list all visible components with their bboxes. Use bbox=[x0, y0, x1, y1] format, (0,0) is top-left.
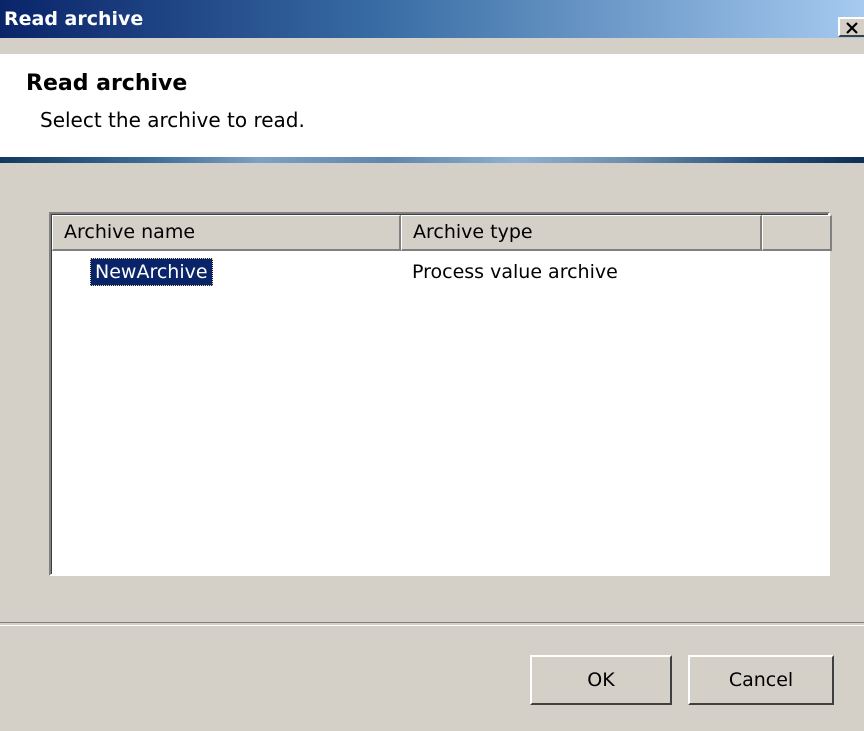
close-icon bbox=[846, 22, 858, 34]
table-row[interactable]: NewArchive Process value archive bbox=[52, 258, 828, 286]
window-title: Read archive bbox=[4, 8, 144, 30]
archive-type-cell: Process value archive bbox=[412, 261, 618, 283]
column-header-archive-type[interactable]: Archive type bbox=[401, 215, 762, 251]
header-separator bbox=[0, 157, 864, 163]
ok-button[interactable]: OK bbox=[530, 655, 672, 705]
cancel-button[interactable]: Cancel bbox=[688, 655, 834, 705]
title-bar[interactable]: Read archive bbox=[0, 0, 864, 38]
wizard-header: Read archive Select the archive to read. bbox=[0, 54, 864, 157]
list-header: Archive name Archive type bbox=[52, 215, 832, 251]
page-title: Read archive bbox=[26, 71, 188, 96]
close-button[interactable] bbox=[838, 17, 864, 37]
archive-list[interactable]: Archive name Archive type NewArchive Pro… bbox=[49, 212, 832, 576]
column-header-empty[interactable] bbox=[762, 215, 832, 251]
archive-name-cell[interactable]: NewArchive bbox=[90, 258, 213, 286]
archive-list-inner: Archive name Archive type NewArchive Pro… bbox=[51, 214, 832, 574]
column-header-archive-name[interactable]: Archive name bbox=[52, 215, 401, 251]
selected-item-highlight[interactable]: NewArchive bbox=[90, 258, 213, 286]
footer-separator bbox=[0, 622, 864, 626]
page-subtitle: Select the archive to read. bbox=[40, 108, 305, 132]
